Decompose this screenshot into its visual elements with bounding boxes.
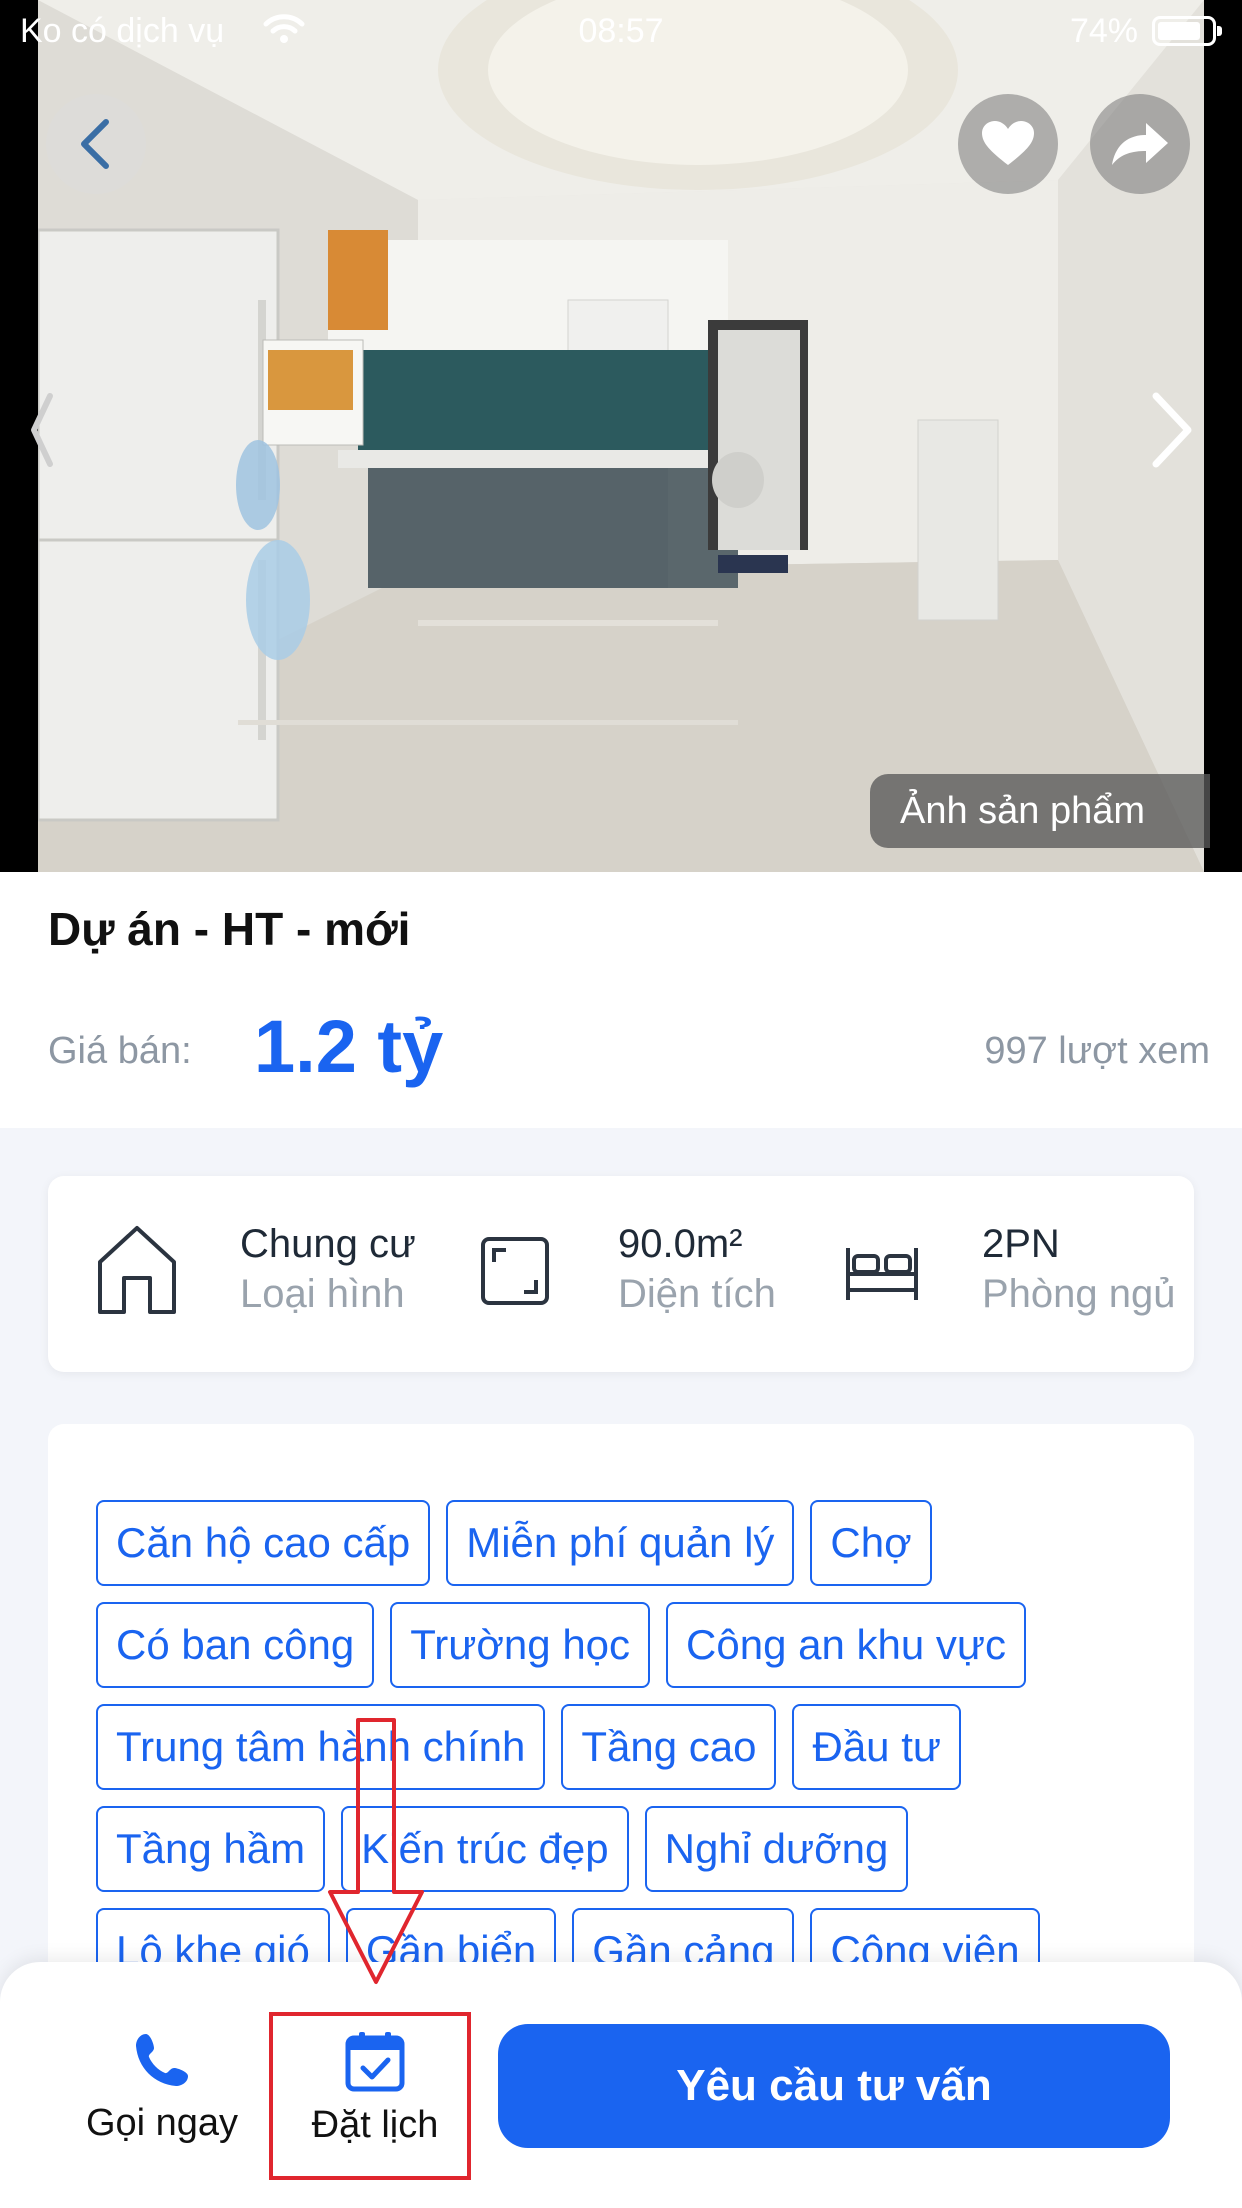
tag[interactable]: Công an khu vực xyxy=(666,1602,1026,1688)
status-bar: Ko có dịch vụ 08:57 74% xyxy=(0,0,1242,62)
schedule-button[interactable]: Đặt lịch xyxy=(285,2030,465,2147)
phone-icon xyxy=(136,2034,188,2086)
share-button[interactable] xyxy=(1090,94,1190,194)
bed-icon xyxy=(846,1248,918,1300)
share-icon xyxy=(1112,123,1168,165)
tag[interactable]: Có ban công xyxy=(96,1602,375,1688)
specs-card: Chung cư Loại hình 90.0m² Diện tích 2PN … xyxy=(48,1176,1194,1372)
back-icon xyxy=(81,119,109,169)
call-now-label: Gọi ngay xyxy=(85,2102,239,2144)
chevron-right-icon xyxy=(1152,392,1192,468)
heart-icon xyxy=(982,121,1034,165)
call-now-button[interactable]: Gọi ngay xyxy=(72,2030,252,2145)
tag[interactable]: Nghỉ dưỡng xyxy=(644,1806,909,1892)
area-icon xyxy=(481,1237,549,1305)
spec-label: Phòng ngủ xyxy=(982,1272,1176,1316)
tag[interactable]: Trung tâm hành chính xyxy=(96,1704,546,1790)
listing-header: Dự án - HT - mới Giá bán: 1.2 tỷ 997 lượ… xyxy=(0,872,1242,1128)
calendar-check-icon xyxy=(345,2032,405,2092)
tag-row: Có ban công Trường học Công an khu vực xyxy=(96,1602,1026,1688)
tag-row: Trung tâm hành chính Tầng cao Đầu tư xyxy=(96,1704,961,1790)
clock: 08:57 xyxy=(578,12,664,50)
tag[interactable]: Đầu tư xyxy=(792,1704,961,1790)
next-image-button[interactable] xyxy=(1150,390,1194,475)
tag[interactable]: Tầng cao xyxy=(561,1704,777,1790)
price-value: 1.2 tỷ xyxy=(254,1005,444,1088)
house-icon xyxy=(98,1226,176,1314)
tag[interactable]: Miễn phí quản lý xyxy=(446,1500,795,1586)
hero-gallery[interactable]: Ko có dịch vụ 08:57 74% Ảnh sản phẩm xyxy=(0,0,1242,872)
tag[interactable]: Căn hộ cao cấp xyxy=(96,1500,431,1586)
view-count: 997 lượt xem xyxy=(984,1030,1210,1072)
chevron-left-icon xyxy=(31,393,53,467)
price-label: Giá bán: xyxy=(48,1030,192,1072)
amenities-card: Căn hộ cao cấp Miễn phí quản lý Chợ Có b… xyxy=(48,1424,1194,2024)
back-button[interactable] xyxy=(46,94,146,194)
favorite-button[interactable] xyxy=(958,94,1058,194)
tag[interactable]: Tầng hầm xyxy=(96,1806,326,1892)
photo-caption: Ảnh sản phẩm xyxy=(870,774,1210,848)
spec-label: Diện tích xyxy=(618,1272,776,1316)
tag-row: Tầng hầm Kiến trúc đẹp Nghỉ dưỡng xyxy=(96,1806,909,1892)
previous-image-button[interactable] xyxy=(30,390,54,475)
request-consultation-button[interactable]: Yêu cầu tư vấn xyxy=(498,2024,1170,2148)
annotation-arrow xyxy=(328,1718,424,1984)
schedule-label: Đặt lịch xyxy=(311,2104,439,2146)
spec-label: Loại hình xyxy=(240,1272,405,1316)
battery-icon xyxy=(1152,16,1222,46)
spec-value: 2PN xyxy=(982,1222,1060,1266)
spec-value: 90.0m² xyxy=(618,1222,743,1266)
tag[interactable]: Trường học xyxy=(390,1602,651,1688)
battery-percent: 74% xyxy=(1069,12,1138,50)
spec-value: Chung cư xyxy=(240,1222,416,1266)
tag-row: Căn hộ cao cấp Miễn phí quản lý Chợ xyxy=(96,1500,932,1586)
listing-title: Dự án - HT - mới xyxy=(48,903,411,955)
tag[interactable]: Chợ xyxy=(810,1500,932,1586)
